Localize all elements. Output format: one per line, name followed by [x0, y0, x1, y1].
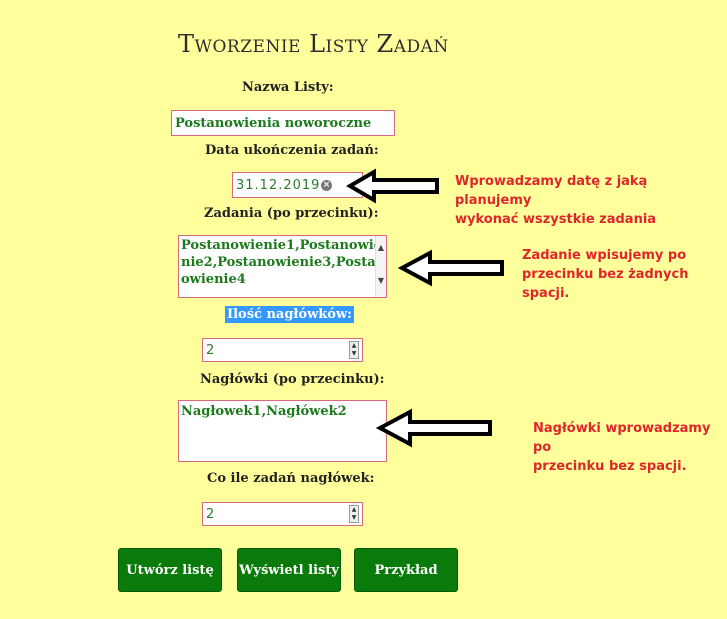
tasks-line: owienie4	[181, 272, 246, 287]
tasks-note-line1: Zadanie wpisujemy po	[522, 248, 687, 263]
header-count-value: 2	[206, 343, 215, 358]
list-name-label: Nazwa Listy:	[242, 80, 334, 95]
date-note-line2: wykonać wszystkie zadania	[455, 212, 657, 227]
spin-up-icon[interactable]: ▲	[350, 506, 358, 514]
textarea-scrollbar[interactable]: ▲ ▼	[375, 236, 386, 297]
headers-every-value: 2	[206, 507, 215, 522]
header-count-label-text: Ilość nagłówków:	[225, 306, 354, 323]
arrow-left-icon	[346, 168, 439, 204]
headers-textarea[interactable]: Nagłowek1,Nagłówek2	[178, 400, 387, 462]
headers-value: Nagłowek1,Nagłówek2	[181, 404, 347, 419]
scroll-up-icon[interactable]: ▲	[376, 239, 386, 256]
end-date-label: Data ukończenia zadań:	[205, 143, 379, 158]
spin-up-icon[interactable]: ▲	[350, 342, 358, 350]
spin-down-icon[interactable]: ▼	[350, 350, 358, 358]
scroll-down-icon[interactable]: ▼	[376, 272, 386, 289]
list-name-input[interactable]: Postanowienia noworoczne	[171, 110, 395, 136]
arrow-left-icon	[375, 408, 492, 448]
page-title: Tworzenie Listy Zadań	[178, 30, 449, 58]
show-lists-button[interactable]: Wyświetl listy	[237, 548, 341, 592]
create-list-button[interactable]: Utwórz listę	[118, 548, 222, 592]
headers-every-input[interactable]: 2 ▲ ▼	[202, 502, 363, 526]
number-spinner[interactable]: ▲ ▼	[349, 341, 359, 359]
list-name-value: Postanowienia noworoczne	[175, 116, 372, 131]
example-button[interactable]: Przykład	[354, 548, 458, 592]
number-spinner[interactable]: ▲ ▼	[349, 505, 359, 523]
headers-note-line1: Nagłówki wprowadzamy po	[533, 421, 711, 455]
tasks-textarea[interactable]: Postanowienie1,Postanowie nie2,Postanowi…	[178, 235, 387, 298]
spin-down-icon[interactable]: ▼	[350, 514, 358, 522]
tasks-note: Zadanie wpisujemy po przecinku bez żadny…	[522, 246, 727, 303]
arrow-left-icon	[397, 249, 504, 287]
headers-every-label: Co ile zadań nagłówek:	[207, 471, 375, 486]
clear-icon[interactable]: ×	[321, 180, 332, 191]
header-count-input[interactable]: 2 ▲ ▼	[202, 338, 363, 362]
tasks-label: Zadania (po przecinku):	[204, 206, 379, 221]
headers-note: Nagłówki wprowadzamy po przecinku bez sp…	[533, 419, 727, 476]
header-count-label: Ilość nagłówków:	[225, 306, 354, 323]
headers-note-line2: przecinku bez spacji.	[533, 459, 687, 474]
date-note: Wprowadzamy datę z jaką planujemy wykona…	[455, 172, 727, 229]
tasks-line: nie2,Postanowienie3,Postan	[181, 255, 386, 270]
end-date-value: 31.12.2019	[236, 178, 321, 193]
date-note-line1: Wprowadzamy datę z jaką planujemy	[455, 174, 648, 208]
tasks-line: Postanowienie1,Postanowie	[181, 238, 382, 253]
headers-label: Nagłówki (po przecinku):	[200, 372, 385, 387]
tasks-note-line2: przecinku bez żadnych spacji.	[522, 267, 689, 301]
